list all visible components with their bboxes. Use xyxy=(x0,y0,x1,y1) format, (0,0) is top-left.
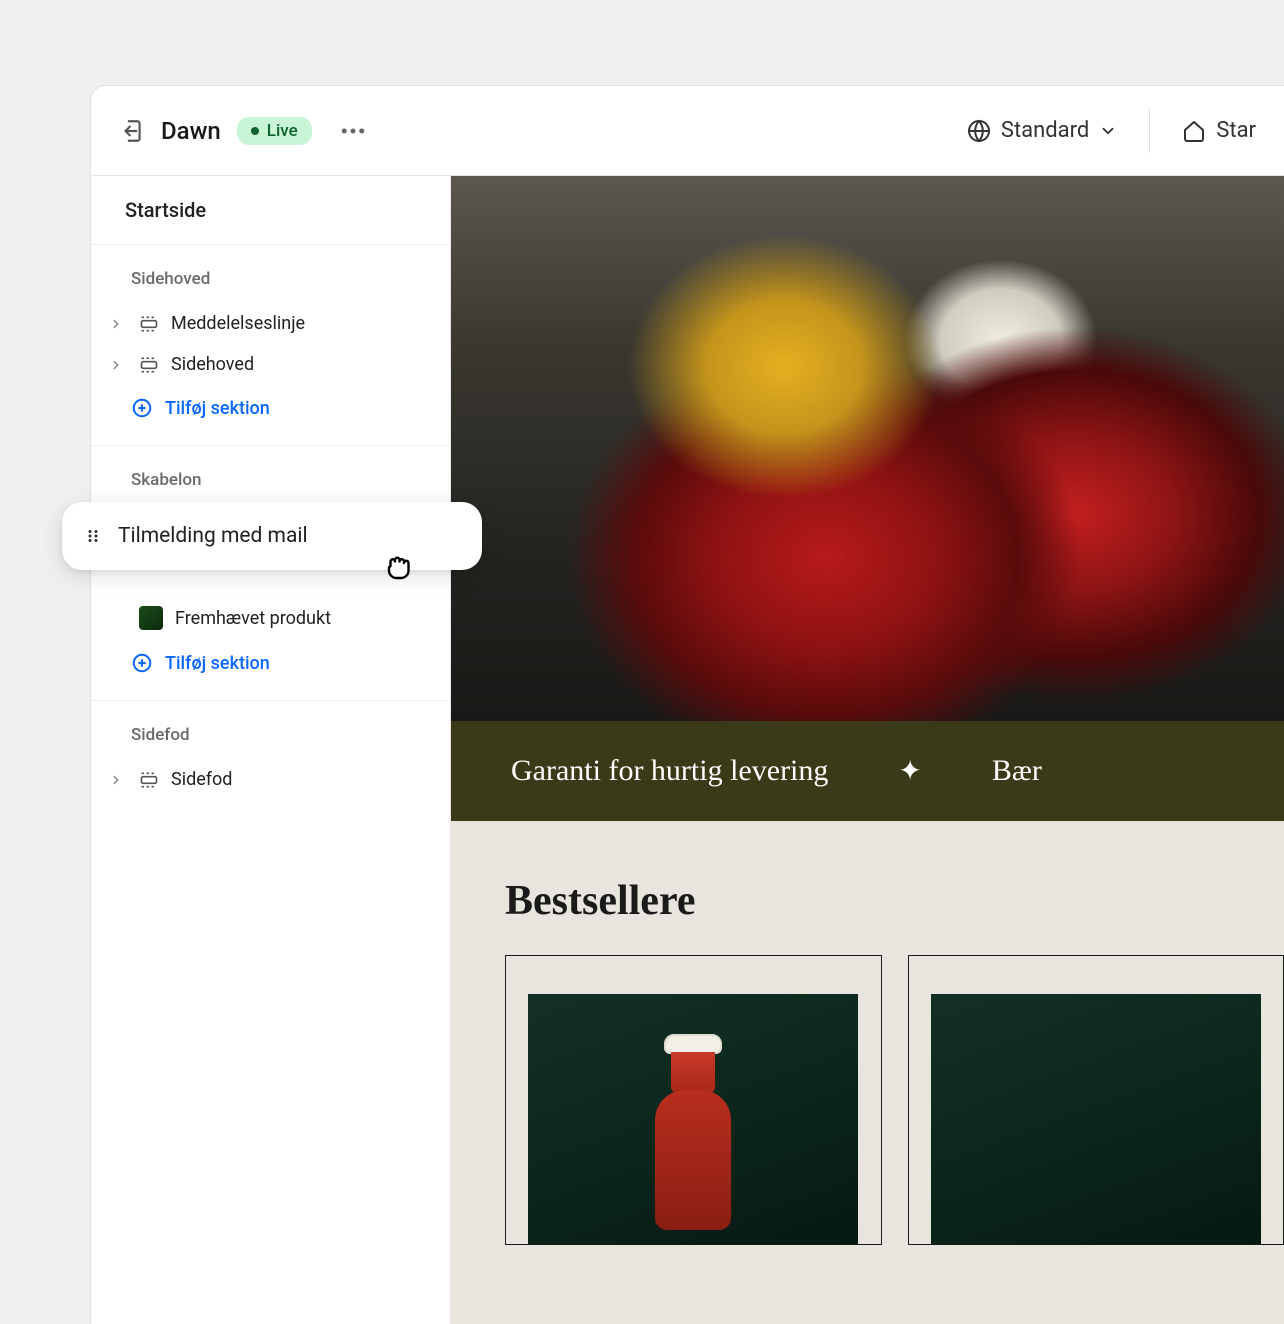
section-thumbnail xyxy=(139,606,163,630)
drag-handle-icon[interactable] xyxy=(84,527,102,545)
section-icon xyxy=(139,314,159,334)
divider xyxy=(1149,109,1150,153)
hero-image xyxy=(451,176,1284,721)
section-group-footer: Sidefod Sidefod xyxy=(91,701,450,806)
sidebar-item-label: Sidefod xyxy=(171,769,232,790)
app-window: Dawn Live Standard Star Startside xyxy=(90,85,1284,1324)
sidebar-item-label: Fremhævet produkt xyxy=(175,608,331,629)
topbar-right: Standard Star xyxy=(967,109,1256,153)
product-card[interactable] xyxy=(908,955,1284,1245)
live-badge: Live xyxy=(237,117,312,145)
marquee-text: Bær xyxy=(992,754,1042,788)
sidebar-item-label: Sidehoved xyxy=(171,354,254,375)
page-label: Star xyxy=(1216,118,1256,143)
dragging-section-card[interactable]: Tilmelding med mail xyxy=(62,502,482,570)
more-icon[interactable] xyxy=(338,116,368,146)
chevron-down-icon xyxy=(1099,122,1117,140)
plus-circle-icon xyxy=(131,652,153,674)
marquee-bar: Garanti for hurtig levering ✦ Bær xyxy=(451,721,1284,821)
globe-icon xyxy=(967,119,991,143)
live-dot-icon xyxy=(251,127,259,135)
chevron-right-icon xyxy=(109,773,127,787)
add-section-label: Tilføj sektion xyxy=(165,398,270,419)
product-image xyxy=(931,994,1261,1244)
product-image xyxy=(528,994,858,1244)
workspace: Startside Sidehoved Meddelelseslinje Sid… xyxy=(91,176,1284,1324)
sidebar-item-announcement[interactable]: Meddelelseslinje xyxy=(131,303,430,344)
add-section-label: Tilføj sektion xyxy=(165,653,270,674)
sparkle-icon: ✦ xyxy=(898,754,921,788)
sidebar-item-featured-product[interactable]: Fremhævet produkt xyxy=(131,596,430,640)
topbar: Dawn Live Standard Star xyxy=(91,86,1284,176)
section-group-title: Skabelon xyxy=(131,470,430,490)
product-list xyxy=(451,955,1284,1245)
section-icon xyxy=(139,355,159,375)
section-icon xyxy=(139,770,159,790)
plus-circle-icon xyxy=(131,397,153,419)
locale-label: Standard xyxy=(1001,118,1089,143)
product-card[interactable] xyxy=(505,955,882,1245)
home-icon xyxy=(1182,119,1206,143)
sidebar: Startside Sidehoved Meddelelseslinje Sid… xyxy=(91,176,451,1324)
section-group-header: Sidehoved Meddelelseslinje Sidehoved Til… xyxy=(91,245,450,446)
add-section-button[interactable]: Tilføj sektion xyxy=(131,640,430,694)
section-group-title: Sidefod xyxy=(131,725,430,745)
dragging-section-label: Tilmelding med mail xyxy=(118,524,308,548)
marquee-text: Garanti for hurtig levering xyxy=(511,754,828,788)
bottle-illustration xyxy=(655,1034,731,1234)
back-icon[interactable] xyxy=(119,118,145,144)
add-section-button[interactable]: Tilføj sektion xyxy=(131,385,430,439)
page-picker[interactable]: Star xyxy=(1182,118,1256,143)
sidebar-page-title: Startside xyxy=(91,176,450,245)
locale-picker[interactable]: Standard xyxy=(967,118,1117,143)
grab-cursor-icon xyxy=(380,548,416,584)
section-group-title: Sidehoved xyxy=(131,269,430,289)
bestsellers-title: Bestsellere xyxy=(451,821,1284,955)
sidebar-item-footer[interactable]: Sidefod xyxy=(131,759,430,800)
chevron-right-icon xyxy=(109,358,127,372)
chevron-right-icon xyxy=(109,317,127,331)
sidebar-item-label: Meddelelseslinje xyxy=(171,313,305,334)
sidebar-item-header[interactable]: Sidehoved xyxy=(131,344,430,385)
live-label: Live xyxy=(267,121,298,141)
theme-name: Dawn xyxy=(161,117,221,145)
preview-pane: Garanti for hurtig levering ✦ Bær Bestse… xyxy=(451,176,1284,1324)
